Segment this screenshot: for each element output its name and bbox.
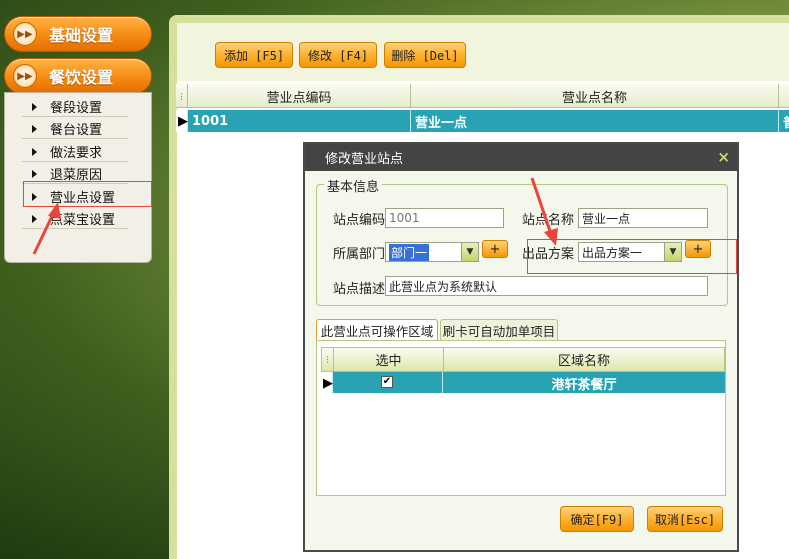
grid-handle: ⋮ <box>176 84 188 108</box>
dept-select[interactable]: 部门一 ▼ <box>385 242 479 262</box>
add-dept-button[interactable]: + <box>482 240 508 258</box>
nav-section-basic[interactable]: ▶▶ 基础设置 <box>4 16 152 52</box>
nav-item-label: 做法要求 <box>50 146 103 161</box>
desc-label: 站点描述 <box>333 281 386 297</box>
tab-operable-areas[interactable]: 此营业点可操作区域 <box>316 319 438 341</box>
nav-item-label: 餐台设置 <box>50 123 103 138</box>
toolbar: 添加 [F5] 修改 [F4] 删除 [Del] <box>177 23 789 81</box>
area-grid-header: ⋮ 选中 区域名称 <box>321 347 725 372</box>
cell-code: 1001 <box>188 110 411 132</box>
nav-section-basic-label: 基础设置 <box>49 26 114 45</box>
code-label: 站点编码 <box>333 212 386 228</box>
checkbox[interactable]: ✔ <box>381 376 393 388</box>
cell-checkbox: ✔ <box>333 372 443 394</box>
grid-header: ⋮ 营业点编码 营业点名称 <box>176 84 789 108</box>
triangle-right-icon <box>32 169 37 178</box>
nav-section-catering-label: 餐饮设置 <box>49 68 114 87</box>
col-area-name[interactable]: 区域名称 <box>444 348 724 371</box>
dialog-title: 修改营业站点 <box>325 152 404 167</box>
cell-extra: 普 <box>779 110 789 132</box>
cell-area-name: 港轩茶餐厅 <box>551 377 617 393</box>
table-row[interactable]: ▶ ✔ 港轩茶餐厅 <box>321 372 725 394</box>
col-name[interactable]: 营业点名称 <box>411 84 779 108</box>
dialog-titlebar: 修改营业站点 × <box>305 144 737 171</box>
edit-button[interactable]: 修改 [F4] <box>299 42 377 68</box>
table-row[interactable]: ▶ 1001 营业一点 普 <box>176 110 789 132</box>
edit-business-point-dialog: 修改营业站点 × 基本信息 站点编码 1001 站点名称 营业一点 所属部门 部… <box>303 142 739 552</box>
tab-panel: ⋮ 选中 区域名称 ▶ ✔ 港轩茶餐厅 <box>316 340 726 496</box>
name-field[interactable]: 营业一点 <box>578 208 708 228</box>
col-code[interactable]: 营业点编码 <box>188 84 411 108</box>
tab-auto-add-items[interactable]: 刷卡可自动加单项目 <box>440 319 558 341</box>
nav-item-cooking-method[interactable]: 做法要求 <box>22 142 128 162</box>
red-arrow-icon <box>32 202 61 255</box>
col-selected[interactable]: 选中 <box>334 348 444 371</box>
cancel-button[interactable]: 取消[Esc] <box>647 506 723 532</box>
add-button[interactable]: 添加 [F5] <box>215 42 293 68</box>
nav-item-meal-period[interactable]: 餐段设置 <box>22 97 128 117</box>
nav-item-table[interactable]: 餐台设置 <box>22 119 128 139</box>
nav-item-label: 餐段设置 <box>50 101 103 116</box>
double-chevron-icon: ▶▶ <box>13 22 37 46</box>
code-field[interactable]: 1001 <box>385 208 504 228</box>
cell-name: 营业一点 <box>411 110 779 132</box>
row-pointer-icon: ▶ <box>321 372 333 394</box>
desc-field[interactable]: 此营业点为系统默认 <box>385 276 708 296</box>
triangle-right-icon <box>32 124 37 133</box>
triangle-right-icon <box>32 102 37 111</box>
triangle-right-icon <box>32 147 37 156</box>
nav-section-catering[interactable]: ▶▶ 餐饮设置 <box>4 58 152 94</box>
row-pointer-icon: ▶ <box>176 110 188 132</box>
red-arrow-icon <box>530 177 558 246</box>
ok-button[interactable]: 确定[F9] <box>560 506 634 532</box>
double-chevron-icon: ▶▶ <box>13 64 37 88</box>
delete-button[interactable]: 删除 [Del] <box>384 42 466 68</box>
dept-value: 部门一 <box>389 243 430 261</box>
grid-handle: ⋮ <box>322 348 334 371</box>
chevron-down-icon[interactable]: ▼ <box>461 243 478 261</box>
dept-label: 所属部门 <box>333 246 386 262</box>
close-icon[interactable]: × <box>717 148 730 166</box>
group-legend: 基本信息 <box>324 176 383 195</box>
